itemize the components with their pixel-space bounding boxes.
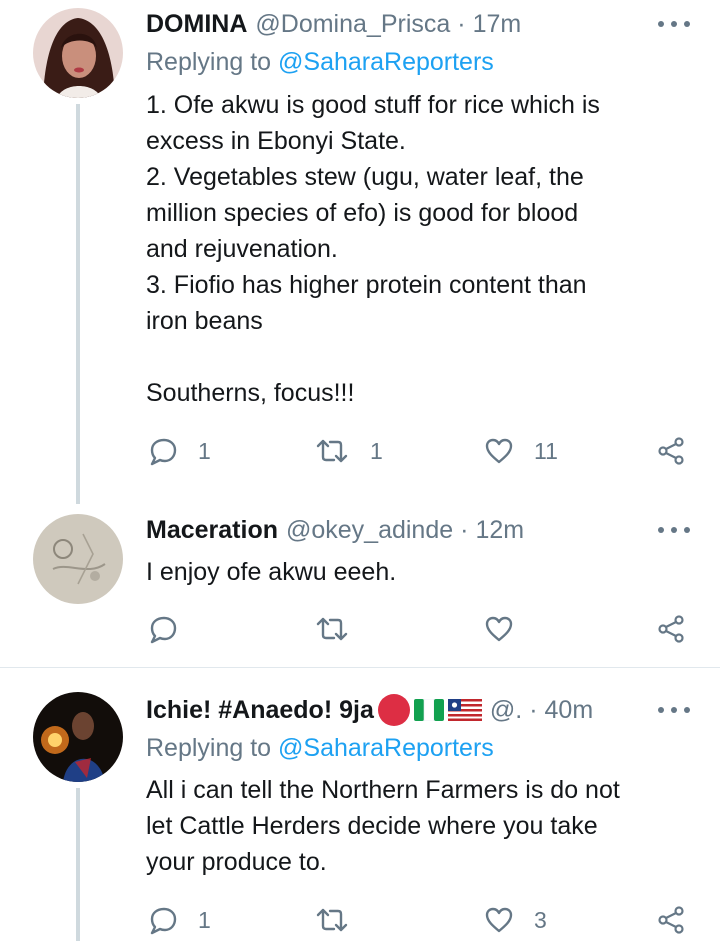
text-line: excess in Ebonyi State. <box>146 127 406 155</box>
heart-icon <box>485 616 513 642</box>
separator-dot: · <box>529 695 538 724</box>
retweet-icon <box>316 617 348 641</box>
separator-dot: · <box>460 515 469 544</box>
retweet-button[interactable] <box>314 611 350 647</box>
red-circle-emoji-icon <box>377 694 410 726</box>
retweet-button[interactable]: 1 <box>314 433 383 469</box>
share-button[interactable] <box>656 902 686 938</box>
tweet-ichie[interactable]: Ichie! #Anaedo! 9ja @. · 40m Replying to… <box>0 668 720 941</box>
tweet-text: 1. Ofe akwu is good stuff for rice which… <box>146 87 686 411</box>
share-button[interactable] <box>656 611 686 647</box>
reply-button[interactable]: 1 <box>148 902 211 938</box>
share-icon <box>658 437 684 465</box>
text-line: I enjoy ofe akwu eeeh. <box>146 558 397 586</box>
action-bar: 1 1 11 <box>146 433 691 469</box>
tweet-domina[interactable]: DOMINA @Domina_Prisca · 17m Replying to … <box>0 0 720 504</box>
share-button[interactable] <box>656 433 686 469</box>
display-name[interactable]: Ichie! #Anaedo! 9ja <box>146 696 374 725</box>
reply-icon <box>150 616 177 644</box>
separator-dot: · <box>457 9 466 38</box>
reply-icon <box>150 438 177 466</box>
text-line: iron beans <box>146 307 263 335</box>
like-count: 3 <box>534 906 547 933</box>
reply-button[interactable] <box>148 611 178 647</box>
action-bar: 1 3 <box>146 902 691 938</box>
display-name[interactable]: DOMINA <box>146 10 247 39</box>
heart-icon <box>485 907 513 933</box>
text-line: let Cattle Herders decide where you take <box>146 812 598 840</box>
more-dots-icon[interactable] <box>658 516 690 544</box>
text-line: million species of efo) is good for bloo… <box>146 199 579 227</box>
tweet-text: All i can tell the Northern Farmers is d… <box>146 772 686 880</box>
liberia-flag-icon <box>447 699 482 721</box>
reply-icon <box>150 907 177 935</box>
timestamp[interactable]: 12m <box>475 516 524 545</box>
text-line <box>146 339 686 375</box>
action-bar <box>146 611 691 647</box>
reply-count: 1 <box>198 437 211 464</box>
like-button[interactable] <box>484 611 514 647</box>
username[interactable]: @Domina_Prisca <box>255 10 450 39</box>
replying-to: Replying to @SaharaReporters <box>146 734 494 763</box>
share-icon <box>658 906 684 934</box>
text-line: Southerns, focus!!! <box>146 379 355 407</box>
text-line: 2. Vegetables stew (ugu, water leaf, the <box>146 163 584 191</box>
avatar[interactable] <box>33 692 123 782</box>
replying-to-label: Replying to <box>146 48 272 76</box>
username[interactable]: @okey_adinde <box>286 516 453 545</box>
like-count: 11 <box>534 437 558 464</box>
reply-button[interactable]: 1 <box>148 433 211 469</box>
retweet-icon <box>316 439 348 463</box>
retweet-button[interactable] <box>314 902 350 938</box>
retweet-count: 1 <box>370 437 383 464</box>
retweet-icon <box>316 908 348 932</box>
timestamp[interactable]: 40m <box>545 696 594 725</box>
text-line: 1. Ofe akwu is good stuff for rice which… <box>146 91 600 119</box>
thread-line <box>76 104 80 504</box>
text-line: 3. Fiofio has higher protein content tha… <box>146 271 587 299</box>
tweet-header: DOMINA @Domina_Prisca · 17m <box>146 6 720 42</box>
replying-to-label: Replying to <box>146 734 272 762</box>
more-dots-icon[interactable] <box>658 696 690 724</box>
username[interactable]: @. <box>490 696 522 725</box>
heart-icon <box>485 438 513 464</box>
thread-line <box>76 788 80 941</box>
nigeria-flag-icon <box>413 699 444 721</box>
timestamp[interactable]: 17m <box>473 10 522 39</box>
text-line: and rejuvenation. <box>146 235 338 263</box>
mention-link[interactable]: @SaharaReporters <box>278 734 494 762</box>
replying-to: Replying to @SaharaReporters <box>146 48 494 77</box>
avatar[interactable] <box>33 514 123 604</box>
text-line: All i can tell the Northern Farmers is d… <box>146 776 620 804</box>
reply-count: 1 <box>198 906 211 933</box>
mention-link[interactable]: @SaharaReporters <box>278 48 494 76</box>
text-line: your produce to. <box>146 848 327 876</box>
tweet-text: I enjoy ofe akwu eeeh. <box>146 554 686 590</box>
like-button[interactable]: 3 <box>484 902 547 938</box>
more-dots-icon[interactable] <box>658 10 690 38</box>
like-button[interactable]: 11 <box>484 433 558 469</box>
share-icon <box>658 615 684 643</box>
tweet-header: Maceration @okey_adinde · 12m <box>146 512 720 548</box>
display-name[interactable]: Maceration <box>146 516 278 545</box>
tweet-header: Ichie! #Anaedo! 9ja @. · 40m <box>146 692 720 728</box>
avatar[interactable] <box>33 8 123 98</box>
tweet-maceration[interactable]: Maceration @okey_adinde · 12m I enjoy of… <box>0 500 720 665</box>
